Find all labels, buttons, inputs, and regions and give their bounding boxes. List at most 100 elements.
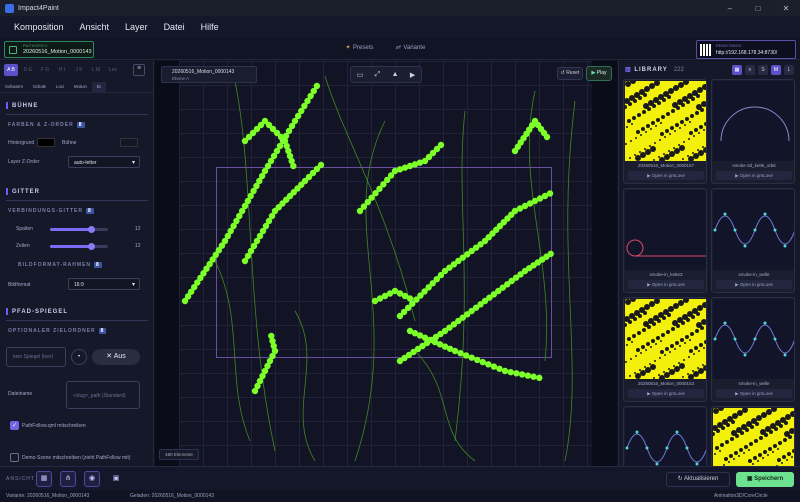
slider-knob[interactable]: [88, 226, 95, 233]
subtab-schale[interactable]: Schale: [28, 82, 51, 92]
buehne-color[interactable]: [120, 138, 138, 147]
motion-path[interactable]: [294, 310, 316, 462]
shapes-icon[interactable]: ▲: [392, 71, 399, 78]
motion-path[interactable]: [414, 350, 476, 462]
aktualisieren-button[interactable]: ↻ Aktualisieren: [666, 472, 730, 487]
pathspec-box[interactable]: PATHSPEC 20260516_Motion_0000143: [4, 41, 94, 58]
motion-path[interactable]: [564, 100, 576, 462]
reset-button[interactable]: ↺ Reset: [557, 67, 583, 80]
open-in-gmlove-button[interactable]: ▶ Open in gmLove: [628, 389, 704, 398]
chevron-down-icon: ▾: [131, 160, 135, 166]
path-point: [485, 361, 492, 368]
layer-subname: Ebene A: [172, 76, 190, 81]
path-point: [479, 358, 486, 366]
buehne-label: Bühne: [62, 140, 77, 146]
tab-jk[interactable]: J K: [72, 64, 86, 76]
open-in-gmlove-button[interactable]: ▶ Open in gmLove: [716, 171, 792, 180]
open-in-gmlove-button[interactable]: ▶ Open in gmLove: [628, 280, 704, 289]
path-point: [496, 365, 503, 372]
library-card[interactable]: smoke-in_kette3 ▶ Open in gmLove: [623, 188, 707, 293]
menu-ansicht[interactable]: Ansicht: [80, 22, 110, 32]
composition-canvas[interactable]: 20260516_Motion_0000143 Ebene A ▭ ⤢ ▲ ▶ …: [155, 61, 617, 466]
tab-fg[interactable]: F G: [38, 64, 52, 76]
sub-tabs: Schwarm Schale Loci Motion Bi: [0, 82, 153, 93]
section-buehne: BÜHNE: [6, 102, 38, 109]
status-geladen: Geladen: 20260516_Motion_0000143: [130, 493, 214, 499]
pathfollow-checkbox[interactable]: ✓: [10, 421, 19, 430]
list-view-icon[interactable]: ≡: [745, 65, 755, 75]
library-header: ▥ LIBRARY 222: [625, 67, 684, 73]
tab-hi[interactable]: H I: [55, 64, 69, 76]
size-s-button[interactable]: S: [758, 65, 768, 75]
pathspec-value: 20260516_Motion_0000143: [23, 49, 92, 55]
size-l-button[interactable]: L: [784, 65, 794, 75]
close-button[interactable]: ✕: [772, 0, 800, 16]
dateiname-input[interactable]: <slug>_path (Standard): [66, 381, 140, 409]
subtab-loci[interactable]: Loci: [51, 82, 69, 92]
view-image-icon[interactable]: ▣: [108, 471, 124, 487]
path-point: [290, 162, 297, 170]
menu-komposition[interactable]: Komposition: [14, 22, 64, 32]
library-card[interactable]: smoke-3d_kette_orbit ▶ Open in gmLove: [711, 79, 795, 184]
menu-hilfe[interactable]: Hilfe: [201, 22, 219, 32]
library-card[interactable]: 20260516_Motion_0000153 ▶ Open in gmLove: [623, 297, 707, 402]
spalten-slider[interactable]: [50, 226, 108, 233]
view-circle-icon[interactable]: ◉: [84, 471, 100, 487]
canvas-toolbar: ▭ ⤢ ▲ ▶: [350, 66, 422, 83]
subtab-bi[interactable]: Bi: [91, 82, 106, 92]
motion-path[interactable]: [214, 260, 251, 442]
presets-tab[interactable]: ✦ Presets: [345, 44, 373, 51]
path-point: [501, 367, 509, 375]
slider-knob[interactable]: [88, 243, 95, 250]
path-point: [406, 295, 414, 302]
layer-z-select[interactable]: auto-letter ▾: [68, 156, 140, 168]
grid-view-icon[interactable]: ▦: [732, 65, 742, 75]
open-in-gmlove-button[interactable]: ▶ Open in gmLove: [716, 389, 792, 398]
path-point: [317, 161, 325, 169]
open-in-gmlove-button[interactable]: ▶ Open in gmLove: [716, 280, 792, 289]
tab-lev[interactable]: Lev: [106, 64, 120, 76]
minimize-button[interactable]: –: [716, 0, 744, 16]
subtab-motion[interactable]: Motion: [69, 82, 92, 92]
library-card[interactable]: smoke-in_welle ▶ Open in gmLove: [711, 297, 795, 402]
browse-button[interactable]: •: [71, 349, 87, 365]
play-button[interactable]: ▶ Play: [586, 66, 612, 81]
tab-lm[interactable]: L M: [89, 64, 103, 76]
motion-paths[interactable]: [155, 61, 617, 466]
spiegel-input[interactable]: kein Spiegel (leer): [6, 347, 66, 367]
menu-layer[interactable]: Layer: [125, 22, 148, 32]
motion-path[interactable]: [234, 80, 276, 452]
remote-url-label: REMOTEBOX: [716, 43, 742, 48]
motion-path[interactable]: [454, 110, 466, 442]
subtab-schwarm[interactable]: Schwarm: [0, 82, 28, 92]
play-icon[interactable]: ▶: [410, 71, 415, 79]
layer-z-label: Layer Z-Order: [8, 159, 40, 165]
menu-icon[interactable]: ≡: [133, 64, 145, 76]
hintergrund-color[interactable]: [37, 138, 55, 147]
maximize-button[interactable]: □: [744, 0, 772, 16]
fit-icon[interactable]: ⤢: [375, 71, 381, 79]
library-card[interactable]: [623, 406, 707, 466]
zeilen-label: Zeilen: [16, 243, 30, 249]
monitor-icon[interactable]: ▭: [357, 71, 364, 79]
zeilen-slider[interactable]: [50, 243, 108, 250]
motion-path[interactable]: [354, 120, 386, 462]
tab-ab[interactable]: A B: [4, 64, 18, 76]
view-grid-icon[interactable]: ▦: [36, 471, 52, 487]
view-tree-icon[interactable]: ⋔: [60, 471, 76, 487]
open-in-gmlove-button[interactable]: ▶ Open in gmLove: [628, 171, 704, 180]
remote-url-box[interactable]: REMOTEBOX http://192.168.178.34:8730/: [696, 40, 796, 59]
library-card[interactable]: 20260516_Motion_0000157 ▶ Open in gmLove: [623, 79, 707, 184]
speichern-button[interactable]: ▣ Speichern: [736, 472, 794, 487]
spiegel-toggle[interactable]: ✕ Aus: [92, 349, 140, 365]
card-name: smoke-3d_kette_orbit: [732, 163, 776, 168]
variante-tab[interactable]: ⇄ Variante: [395, 44, 425, 51]
size-m-button[interactable]: M: [771, 65, 781, 75]
card-name: smoke-in_welle: [738, 381, 770, 386]
tab-de[interactable]: D E: [21, 64, 35, 76]
demo-checkbox[interactable]: [10, 453, 19, 462]
bildformat-select[interactable]: 16:9 ▾: [68, 278, 140, 290]
menu-datei[interactable]: Datei: [164, 22, 185, 32]
library-card[interactable]: [711, 406, 795, 466]
library-card[interactable]: smoke-in_welle ▶ Open in gmLove: [711, 188, 795, 293]
